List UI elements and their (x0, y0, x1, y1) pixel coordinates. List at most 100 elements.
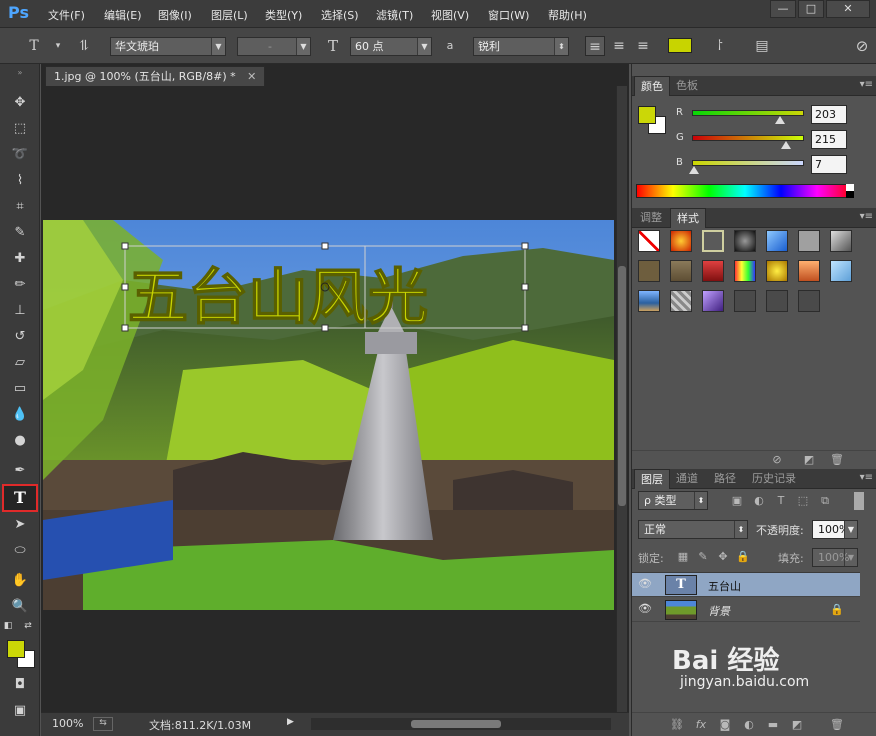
style-fire[interactable] (670, 230, 692, 252)
default-colors-icon[interactable]: ◧ (2, 620, 14, 632)
horizontal-scrollbar[interactable] (311, 718, 611, 730)
style-pattern[interactable] (670, 290, 692, 312)
fill-input[interactable]: 100% ▼ (812, 548, 858, 567)
screen-mode-icon[interactable]: ▣ (6, 700, 34, 722)
ellipse-tool-icon[interactable]: ⬭ (6, 540, 34, 562)
hand-tool-icon[interactable]: ✋ (6, 570, 34, 592)
align-left-icon[interactable]: ≡ (585, 36, 605, 56)
tab-styles[interactable]: 样式 (670, 208, 706, 228)
style-wood[interactable] (670, 260, 692, 282)
delete-icon[interactable]: 🗑 (830, 718, 844, 732)
lock-all-icon[interactable]: 🔒 (736, 550, 750, 564)
new-group-icon[interactable]: ▬ (766, 718, 780, 732)
menu-select[interactable]: 选择(S) (321, 7, 359, 23)
add-mask-icon[interactable]: ◙ (718, 718, 732, 732)
filter-adjustment-icon[interactable]: ◐ (752, 494, 766, 508)
menu-view[interactable]: 视图(V) (431, 7, 469, 23)
style-dark-sphere[interactable] (734, 230, 756, 252)
style-purple[interactable] (702, 290, 724, 312)
new-layer-icon[interactable]: ◩ (790, 718, 804, 732)
layer-row[interactable]: 👁 T 五台山 (632, 573, 860, 597)
cancel-icon[interactable]: ⊘ (852, 36, 872, 56)
clear-style-icon[interactable]: ⊘ (770, 453, 784, 467)
filter-shape-icon[interactable]: ⬚ (796, 494, 810, 508)
pen-tool-icon[interactable]: ✒ (6, 460, 34, 482)
history-brush-tool-icon[interactable]: ↺ (6, 326, 34, 348)
layer-style-icon[interactable]: fx (694, 718, 708, 732)
blue-slider[interactable] (692, 160, 804, 166)
menu-filter[interactable]: 滤镜(T) (376, 7, 413, 23)
opacity-input[interactable]: 100% ▼ (812, 520, 858, 539)
menu-edit[interactable]: 编辑(E) (104, 7, 142, 23)
quick-select-tool-icon[interactable]: ⌇ (6, 170, 34, 192)
eraser-tool-icon[interactable]: ▱ (6, 352, 34, 374)
layer-filter-select[interactable]: ρ 类型 ⬍ (638, 491, 708, 510)
tab-channels[interactable]: 通道 (670, 469, 704, 489)
align-center-icon[interactable]: ≡ (609, 36, 629, 56)
blur-tool-icon[interactable]: 💧 (6, 404, 34, 426)
menu-type[interactable]: 类型(Y) (265, 7, 302, 23)
style-orange[interactable] (798, 260, 820, 282)
tab-adjustments[interactable]: 调整 (634, 208, 668, 228)
blue-value-input[interactable]: 7 (811, 155, 847, 174)
panel-menu-icon[interactable]: ▾≡ (860, 211, 873, 222)
red-slider[interactable] (692, 110, 804, 116)
green-value-input[interactable]: 215 (811, 130, 847, 149)
lock-position-icon[interactable]: ✥ (716, 550, 730, 564)
style-bronze[interactable] (638, 260, 660, 282)
lock-image-icon[interactable]: ✎ (696, 550, 710, 564)
font-style-select[interactable]: - ▼ (237, 37, 311, 56)
eyedropper-tool-icon[interactable]: ✎ (6, 222, 34, 244)
slider-knob[interactable] (689, 166, 699, 174)
new-adjustment-icon[interactable]: ◐ (742, 718, 756, 732)
menu-layer[interactable]: 图层(L) (211, 7, 248, 23)
maximize-button[interactable]: □ (798, 0, 824, 18)
style-none[interactable] (638, 230, 660, 252)
text-tool-icon[interactable]: T (24, 36, 44, 56)
style-chrome[interactable] (830, 230, 852, 252)
tool-preset-dropdown-icon[interactable]: ▾ (48, 36, 68, 56)
export-icon[interactable]: ⇆ (93, 717, 113, 731)
menu-image[interactable]: 图像(I) (158, 7, 192, 23)
tab-layers[interactable]: 图层 (634, 469, 670, 489)
menu-file[interactable]: 文件(F) (48, 7, 85, 23)
character-panel-icon[interactable]: ▤ (752, 36, 772, 56)
warp-text-icon[interactable]: ⸷ (710, 36, 730, 56)
layer-row[interactable]: 👁 背景 🔒 (632, 598, 860, 622)
slider-knob[interactable] (775, 116, 785, 124)
scrollbar-thumb[interactable] (411, 720, 501, 728)
swap-colors-icon[interactable]: ⇄ (22, 620, 34, 632)
style-sky[interactable] (830, 260, 852, 282)
collapse-icon[interactable]: » (6, 68, 34, 78)
panel-menu-icon[interactable]: ▾≡ (860, 79, 873, 90)
zoom-tool-icon[interactable]: 🔍 (6, 596, 34, 618)
filter-toggle[interactable] (854, 492, 864, 510)
marquee-tool-icon[interactable]: ⬚ (6, 118, 34, 140)
lasso-tool-icon[interactable]: ➰ (6, 144, 34, 166)
align-right-icon[interactable]: ≡ (633, 36, 653, 56)
quick-mask-icon[interactable]: ◘ (6, 674, 34, 696)
overlay-text[interactable]: 五台山风光 (127, 262, 429, 334)
panel-menu-icon[interactable]: ▾≡ (860, 472, 873, 483)
healing-brush-tool-icon[interactable]: ✚ (6, 248, 34, 270)
white-swatch[interactable] (846, 184, 854, 191)
image-canvas[interactable]: 五台山风光 (43, 220, 614, 610)
play-arrow-icon[interactable]: ▶ (287, 717, 294, 727)
foreground-color-swatch[interactable] (7, 640, 25, 658)
gradient-tool-icon[interactable]: ▭ (6, 378, 34, 400)
tab-color[interactable]: 颜色 (634, 76, 670, 96)
link-layers-icon[interactable]: ⛓ (670, 718, 684, 732)
style-empty[interactable] (798, 290, 820, 312)
font-family-select[interactable]: 华文琥珀 ▼ (110, 37, 226, 56)
scrollbar-thumb[interactable] (618, 266, 626, 506)
black-swatch[interactable] (846, 191, 854, 198)
type-tool-icon[interactable]: T (2, 484, 38, 512)
style-empty[interactable] (766, 290, 788, 312)
style-frame[interactable] (702, 230, 724, 252)
eye-icon[interactable]: 👁 (638, 602, 652, 616)
close-icon[interactable]: ✕ (247, 70, 256, 83)
path-select-tool-icon[interactable]: ➤ (6, 514, 34, 536)
menu-window[interactable]: 窗口(W) (488, 7, 529, 23)
dodge-tool-icon[interactable]: ● (6, 430, 34, 452)
style-gold[interactable] (766, 260, 788, 282)
